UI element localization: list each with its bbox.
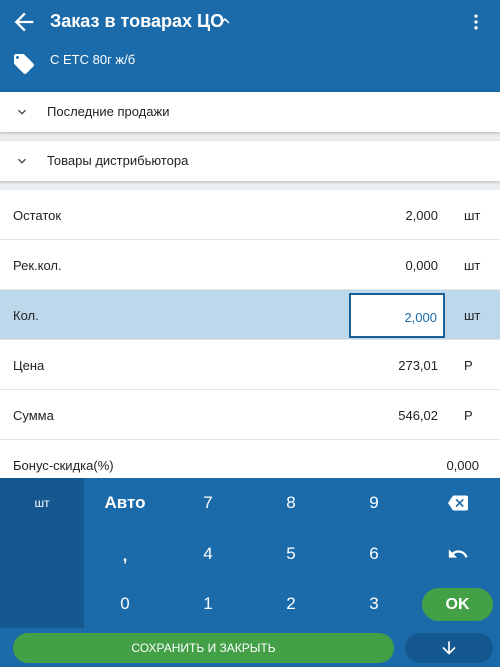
product-name: С ETC 80г ж/б bbox=[50, 52, 136, 67]
chevron-down-icon bbox=[18, 109, 26, 115]
undo-icon[interactable] bbox=[446, 543, 470, 565]
numeric-keypad: шт Авто 7 8 9 , 4 5 6 0 1 2 3 OK bbox=[0, 478, 500, 628]
field-value: 273,01 bbox=[398, 358, 438, 373]
field-recommended-qty: Рек.кол. 0,000 шт bbox=[0, 240, 500, 290]
field-stock: Остаток 2,000 шт bbox=[0, 190, 500, 240]
key-6[interactable]: 6 bbox=[332, 544, 416, 564]
field-value: 0,000 bbox=[446, 458, 479, 473]
key-auto[interactable]: Авто bbox=[84, 493, 166, 513]
key-9[interactable]: 9 bbox=[332, 493, 416, 513]
panel-recent-sales[interactable]: Последние продажи bbox=[0, 92, 500, 132]
scroll-down-button[interactable] bbox=[405, 633, 493, 663]
field-label: Сумма bbox=[13, 408, 54, 423]
backspace-icon[interactable] bbox=[444, 493, 472, 513]
field-value: 2,000 bbox=[405, 208, 438, 223]
field-label: Бонус-скидка(%) bbox=[13, 458, 114, 473]
key-3[interactable]: 3 bbox=[332, 594, 416, 614]
field-unit: шт bbox=[464, 208, 481, 223]
key-5[interactable]: 5 bbox=[250, 544, 332, 564]
field-value: 546,02 bbox=[398, 408, 438, 423]
fields-list: Остаток 2,000 шт Рек.кол. 0,000 шт Кол. … bbox=[0, 190, 500, 478]
chevron-down-icon bbox=[18, 158, 26, 164]
bottom-bar: СОХРАНИТЬ И ЗАКРЫТЬ bbox=[0, 628, 500, 667]
key-comma[interactable]: , bbox=[84, 546, 166, 566]
field-unit: шт bbox=[464, 308, 481, 323]
field-unit: шт bbox=[464, 258, 481, 273]
key-8[interactable]: 8 bbox=[250, 493, 332, 513]
field-price: Цена 273,01 Р bbox=[0, 340, 500, 390]
key-4[interactable]: 4 bbox=[166, 544, 250, 564]
quantity-input[interactable]: 2,000 bbox=[349, 293, 445, 338]
field-label: Кол. bbox=[13, 308, 39, 323]
key-7[interactable]: 7 bbox=[166, 493, 250, 513]
field-sum: Сумма 546,02 Р bbox=[0, 390, 500, 440]
tag-icon bbox=[14, 54, 34, 74]
field-bonus-discount: Бонус-скидка(%) 0,000 bbox=[0, 440, 500, 478]
field-label: Цена bbox=[13, 358, 45, 373]
more-vert-icon[interactable] bbox=[466, 10, 486, 34]
field-quantity[interactable]: Кол. 2,000 шт bbox=[0, 290, 500, 340]
field-label: Рек.кол. bbox=[13, 258, 62, 273]
unit-label: шт bbox=[34, 496, 50, 510]
page-title: Заказ в товарах ЦО bbox=[50, 11, 225, 31]
chevron-up-icon[interactable] bbox=[216, 12, 234, 30]
panel-distributor-goods[interactable]: Товары дистрибьютора bbox=[0, 141, 500, 181]
arrow-back-icon[interactable] bbox=[10, 8, 38, 36]
key-0[interactable]: 0 bbox=[84, 594, 166, 614]
field-unit: Р bbox=[464, 408, 473, 423]
panel-label: Последние продажи bbox=[47, 104, 170, 119]
panel-label: Товары дистрибьютора bbox=[47, 153, 189, 168]
arrow-down-icon bbox=[442, 641, 456, 655]
field-label: Остаток bbox=[13, 208, 62, 223]
key-2[interactable]: 2 bbox=[250, 594, 332, 614]
app-header: Заказ в товарах ЦО С ETC 80г ж/б bbox=[0, 0, 500, 92]
save-and-close-button[interactable]: СОХРАНИТЬ И ЗАКРЫТЬ bbox=[13, 633, 394, 663]
key-1[interactable]: 1 bbox=[166, 594, 250, 614]
field-unit: Р bbox=[464, 358, 473, 373]
unit-selector[interactable]: шт bbox=[0, 478, 84, 628]
ok-button[interactable]: OK bbox=[422, 588, 493, 621]
field-value: 0,000 bbox=[405, 258, 438, 273]
